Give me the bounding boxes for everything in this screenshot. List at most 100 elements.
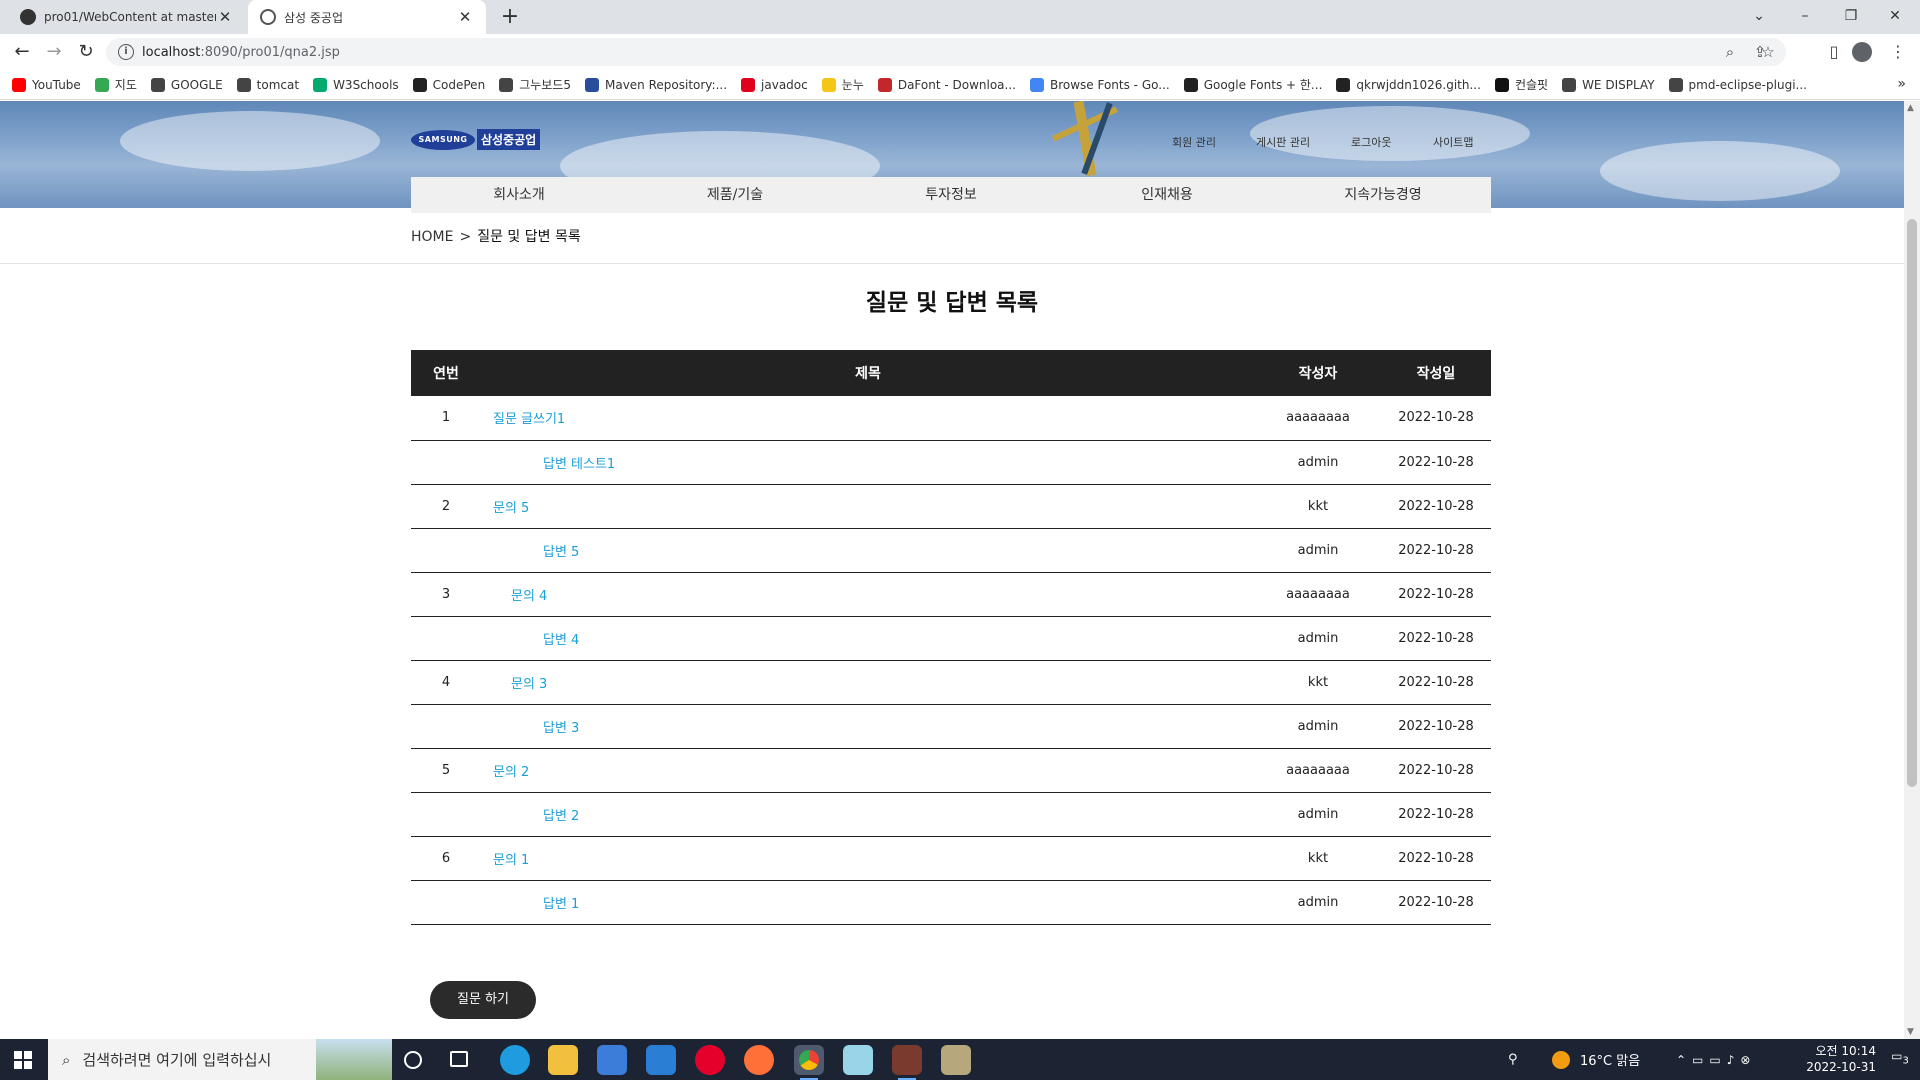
bookmark-item[interactable]: CodePen (412, 77, 485, 92)
notepad-icon[interactable] (843, 1045, 873, 1075)
address-bar[interactable]: i localhost:8090/pro01/qna2.jsp ⌕ ⇪ ☆ (106, 38, 1786, 66)
bookmarks-overflow-icon[interactable]: » (1897, 76, 1906, 92)
url-text[interactable]: localhost:8090/pro01/qna2.jsp (142, 45, 340, 60)
bookmark-item[interactable]: YouTube (12, 77, 81, 92)
file-explorer-icon[interactable] (548, 1045, 578, 1075)
back-button[interactable]: ← (10, 40, 34, 64)
mail-icon[interactable] (646, 1045, 676, 1075)
util-link-member[interactable]: 회원 관리 (1172, 134, 1216, 150)
restore-button[interactable]: ❐ (1836, 4, 1866, 28)
ask-question-button[interactable]: 질문 하기 (430, 981, 536, 1019)
bookmark-item[interactable]: GOOGLE (150, 77, 223, 92)
zoom-icon[interactable]: ⌕ (1720, 43, 1740, 61)
breadcrumb-current: 질문 및 답변 목록 (477, 229, 581, 245)
info-icon[interactable]: i (118, 44, 134, 60)
bookmark-item[interactable]: W3Schools (313, 77, 399, 92)
cell-writer: aaaaaaaa (1255, 572, 1381, 617)
breadcrumb-home[interactable]: HOME (411, 229, 453, 245)
bookmarks-bar: YouTube 지도 GOOGLE tomcat W3Schools CodePen 그누보… (0, 70, 1920, 100)
cell-title: 답변 5 (481, 528, 1255, 573)
bookmark-label: W3Schools (333, 77, 399, 92)
title-link[interactable]: 답변 5 (543, 545, 579, 560)
title-link[interactable]: 문의 4 (511, 589, 547, 604)
bookmark-favicon-icon (1494, 77, 1509, 92)
forward-button[interactable]: → (42, 40, 66, 64)
notification-icon[interactable]: ▭3 (1888, 1049, 1912, 1069)
main-nav: 회사소개 제품/기술 투자정보 인재채용 지속가능경영 (411, 177, 1491, 213)
close-window-button[interactable]: ✕ (1880, 4, 1910, 28)
page-scrollbar[interactable]: ▲ ▼ (1904, 101, 1920, 1039)
title-link[interactable]: 답변 3 (543, 721, 579, 736)
reload-button[interactable]: ↻ (74, 40, 98, 64)
title-link[interactable]: 답변 1 (543, 897, 579, 912)
tab-samsung[interactable]: 삼성 중공업 ✕ (248, 0, 486, 34)
title-link[interactable]: 문의 2 (493, 765, 529, 780)
crane-graphic (1050, 101, 1120, 177)
system-tray-icons[interactable]: ⌃▭▭♪⊗ (1676, 1039, 1756, 1080)
title-link[interactable]: 답변 테스트1 (543, 457, 615, 472)
title-link[interactable]: 질문 글쓰기1 (493, 412, 565, 427)
bookmark-item[interactable]: 그누보드5 (499, 76, 571, 93)
title-link[interactable]: 문의 1 (493, 853, 529, 868)
profile-avatar[interactable] (1852, 42, 1872, 62)
scrollbar-thumb[interactable] (1907, 219, 1917, 787)
cortana-icon[interactable] (404, 1051, 422, 1069)
cell-title: 문의 2 (481, 748, 1255, 793)
title-link[interactable]: 답변 4 (543, 633, 579, 648)
nav-investor[interactable]: 투자정보 (843, 177, 1059, 213)
close-icon[interactable]: ✕ (216, 8, 234, 26)
star-icon[interactable]: ☆ (1758, 43, 1778, 61)
bookmark-item[interactable]: DaFont - Downloa... (877, 77, 1016, 92)
bookmark-item[interactable]: javadoc (741, 77, 808, 92)
bookmark-item[interactable]: tomcat (236, 77, 300, 92)
tab-github[interactable]: pro01/WebContent at master · ✕ (8, 0, 246, 34)
title-link[interactable]: 문의 5 (493, 501, 529, 516)
task-view-icon[interactable] (450, 1051, 468, 1067)
menu-icon[interactable]: ⋮ (1886, 40, 1910, 64)
eclipse-icon[interactable] (941, 1045, 971, 1075)
cell-writer: admin (1255, 880, 1381, 925)
bookmark-label: tomcat (256, 77, 300, 92)
taskbar-search[interactable]: ⌕ 검색하려면 여기에 입력하십시 (48, 1039, 392, 1080)
util-link-logout[interactable]: 로그아웃 (1351, 134, 1391, 150)
windows-start-icon[interactable] (14, 1051, 32, 1069)
bookmark-item[interactable]: 컨슬핏 (1494, 76, 1548, 93)
util-link-sitemap[interactable]: 사이트맵 (1433, 134, 1473, 150)
title-link[interactable]: 문의 3 (511, 677, 547, 692)
title-link[interactable]: 답변 2 (543, 809, 579, 824)
side-panel-icon[interactable]: ▯ (1822, 40, 1846, 64)
opera-icon[interactable] (695, 1045, 725, 1075)
nav-company[interactable]: 회사소개 (411, 177, 627, 213)
weather-widget[interactable]: 16°C 맑음 (1552, 1039, 1640, 1080)
bookmark-item[interactable]: Google Fonts + 한... (1183, 76, 1322, 93)
store-icon[interactable] (597, 1045, 627, 1075)
new-tab-button[interactable]: + (498, 4, 522, 29)
browser-toolbar: ← → ↻ i localhost:8090/pro01/qna2.jsp ⌕ … (0, 34, 1920, 70)
site-logo[interactable]: SAMSUNG 삼성중공업 (411, 129, 541, 150)
bookmark-item[interactable]: WE DISPLAY (1562, 77, 1655, 92)
tab-search-icon[interactable]: ⌄ (1744, 4, 1774, 28)
util-link-board[interactable]: 게시판 관리 (1256, 134, 1310, 150)
bookmark-item[interactable]: qkrwjddn1026.gith... (1336, 77, 1481, 92)
bookmark-item[interactable]: 지도 (94, 76, 137, 93)
search-highlight-image (316, 1039, 392, 1080)
bookmark-item[interactable]: Maven Repository:... (584, 77, 728, 92)
bookmark-favicon-icon (12, 77, 26, 92)
nav-sustainability[interactable]: 지속가능경영 (1275, 177, 1491, 213)
minimize-button[interactable]: – (1790, 4, 1820, 28)
bookmark-favicon-icon (741, 77, 756, 92)
game-app-icon[interactable] (892, 1045, 922, 1080)
close-icon[interactable]: ✕ (456, 8, 474, 26)
bookmark-item[interactable]: Browse Fonts - Go... (1029, 77, 1170, 92)
bookmark-item[interactable]: pmd-eclipse-plugi... (1668, 77, 1807, 92)
taskbar-clock[interactable]: 오전 10:14 2022-10-31 (1806, 1043, 1876, 1075)
bookmark-item[interactable]: 눈누 (821, 76, 864, 93)
breadcrumb-separator: > (459, 229, 472, 245)
edge-icon[interactable] (500, 1045, 530, 1075)
nav-recruit[interactable]: 인재채용 (1059, 177, 1275, 213)
person-icon[interactable]: ⚲ (1508, 1039, 1518, 1080)
bookmark-label: Maven Repository:... (604, 77, 728, 92)
nav-products[interactable]: 제품/기술 (627, 177, 843, 213)
firefox-icon[interactable] (744, 1045, 774, 1075)
chrome-icon[interactable] (794, 1045, 824, 1080)
